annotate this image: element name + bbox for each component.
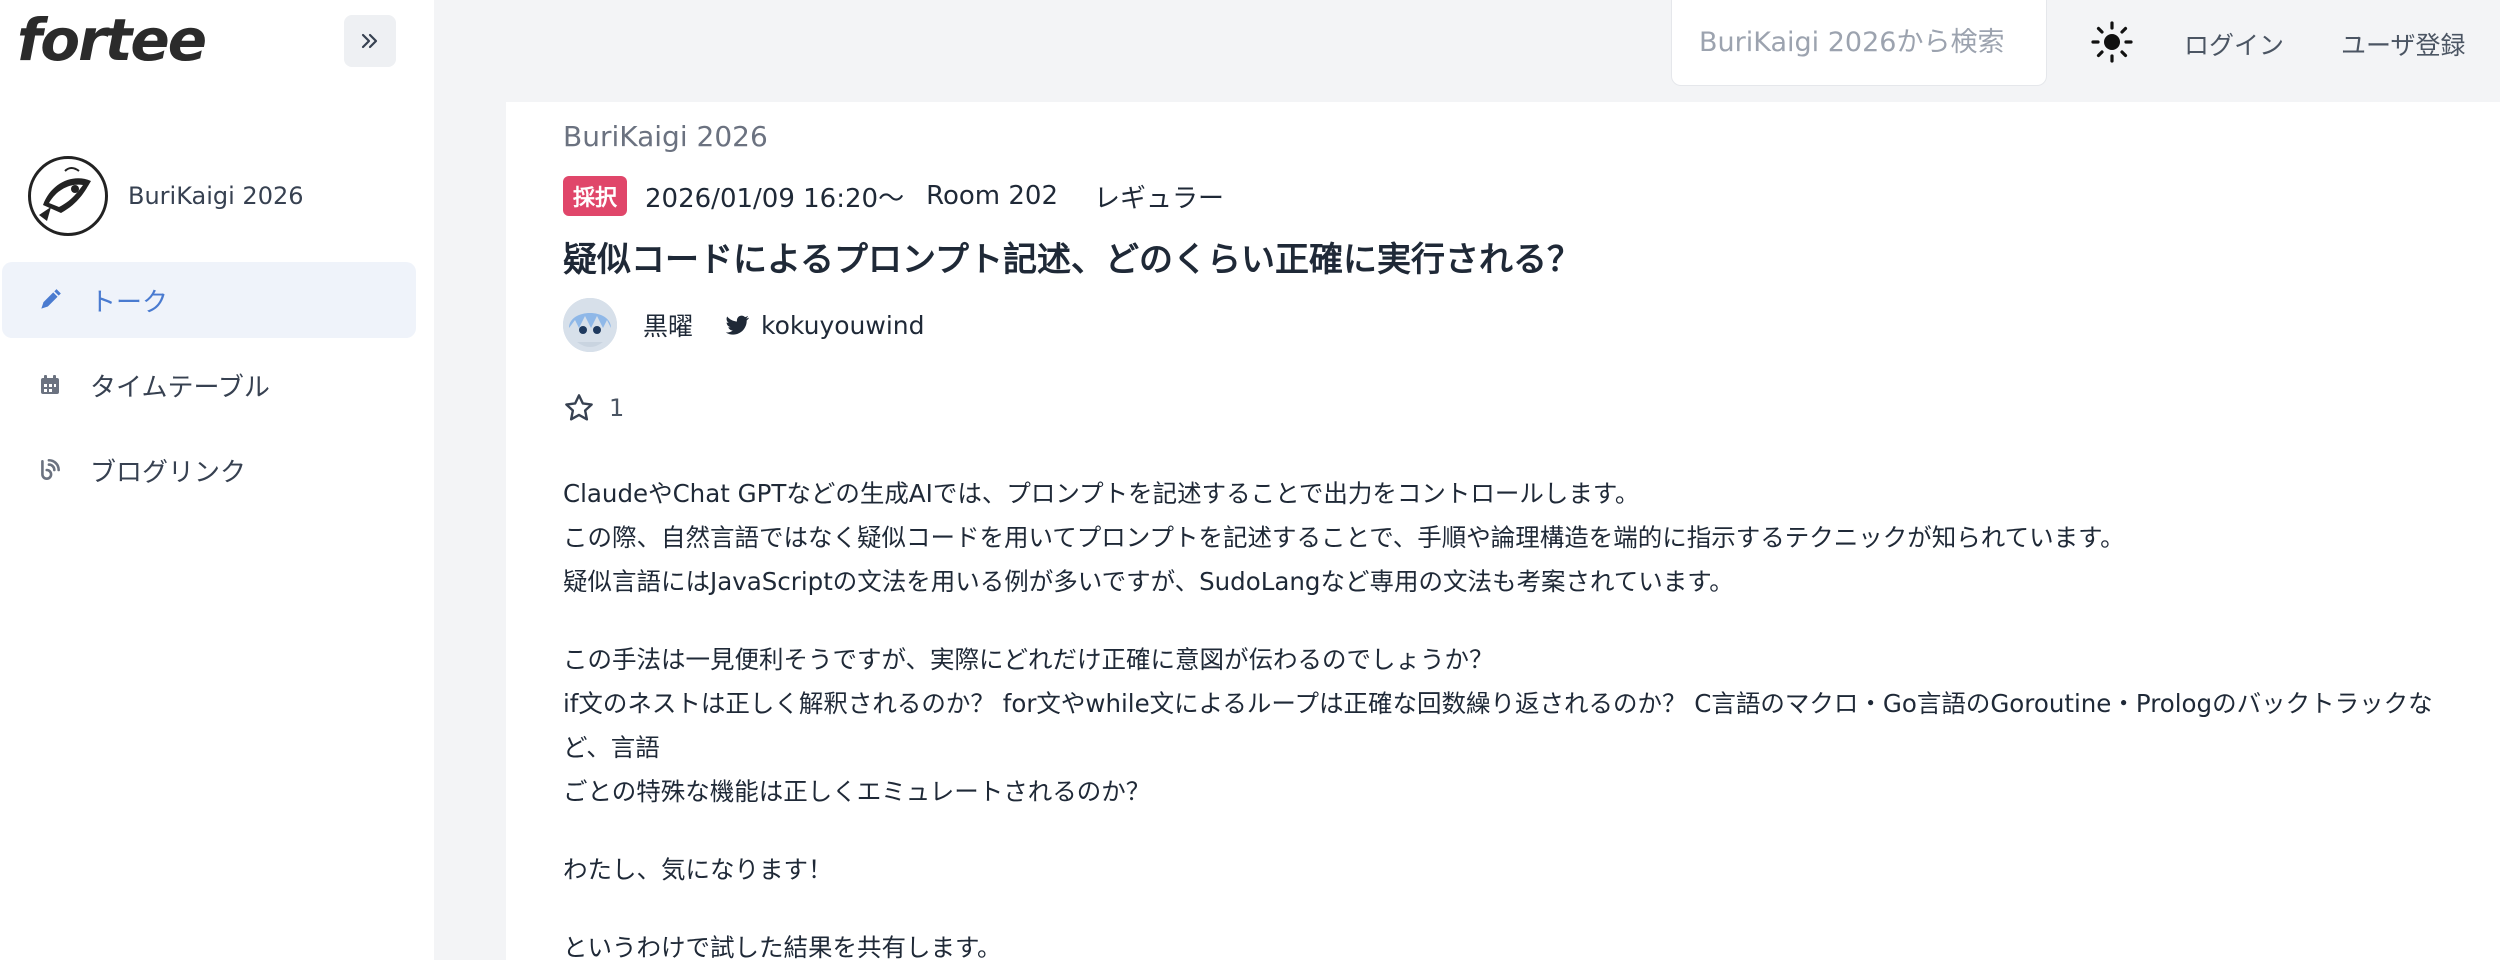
twitter-handle: kokuyouwind (761, 310, 925, 340)
sidebar-item-label: トーク (90, 287, 169, 318)
talk-card: BuriKaigi 2026 採択 2026/01/09 16:20〜 Room… (506, 102, 2500, 960)
pen-icon (36, 286, 64, 314)
event-logo-avatar (28, 156, 108, 236)
calendar-icon (36, 371, 64, 399)
talk-track: レギュラー (1094, 183, 1225, 214)
sidebar-item-talks[interactable]: トーク (2, 262, 416, 338)
description-line: わたし、気になります！ (563, 855, 833, 884)
sidebar: fortee BuriKaigi 2026 トーク タイムテーブル ブログリンク (0, 0, 434, 960)
sidebar-item-label: ブログリンク (90, 457, 247, 488)
star-count: 1 (609, 394, 625, 422)
expand-sidebar-button[interactable] (344, 15, 396, 67)
sidebar-item-timetable[interactable]: タイムテーブル (2, 347, 416, 423)
description-line: この際、自然言語ではなく疑似コードを用いてプロンプトを記述することで、手順や論理… (563, 523, 2125, 552)
twitter-icon (725, 315, 750, 335)
talk-description: ClaudeやChat GPTなどの生成AIでは、プロンプトを記述することで出力… (563, 472, 2463, 960)
talk-meta: 採択 2026/01/09 16:20〜 Room 202 レギュラー (563, 176, 1224, 216)
description-paragraph: というわけで試した結果を共有します。 (563, 926, 2463, 960)
talk-datetime: 2026/01/09 16:20〜 (645, 183, 905, 214)
description-paragraph: この手法は一見便利そうですが、実際にどれだけ正確に意図が伝わるのでしょうか？ i… (563, 638, 2463, 814)
description-line: ClaudeやChat GPTなどの生成AIでは、プロンプトを記述することで出力… (563, 479, 1640, 508)
star-outline-icon[interactable] (563, 392, 595, 424)
login-link[interactable]: ログイン (2184, 26, 2284, 62)
description-paragraph: わたし、気になります！ (563, 848, 2463, 892)
sidebar-item-label: タイムテーブル (90, 372, 270, 403)
speaker-avatar[interactable] (563, 298, 617, 352)
sidebar-nav: トーク タイムテーブル ブログリンク (2, 262, 416, 517)
description-line: というわけで試した結果を共有します。 (563, 933, 1002, 960)
event-breadcrumb[interactable]: BuriKaigi 2026 (563, 120, 768, 153)
status-badge: 採択 (563, 176, 628, 216)
event-header[interactable]: BuriKaigi 2026 (28, 156, 304, 236)
description-paragraph: ClaudeやChat GPTなどの生成AIでは、プロンプトを記述することで出力… (563, 472, 2463, 604)
fish-logo-icon (33, 161, 103, 231)
speaker-row: 黒曜 kokuyouwind (563, 298, 925, 352)
description-line: if文のネストは正しく解釈されるのか？ for文やwhile文によるループは正確… (563, 689, 2433, 762)
fortee-logo[interactable]: fortee (17, 6, 207, 74)
favorite-row: 1 (563, 392, 624, 424)
speaker-name[interactable]: 黒曜 (643, 307, 693, 343)
double-chevron-right-icon (361, 33, 378, 49)
speaker-avatar-image (563, 298, 617, 352)
sun-icon[interactable] (2090, 20, 2134, 64)
event-name: BuriKaigi 2026 (128, 182, 304, 210)
description-line: ごとの特殊な機能は正しくエミュレートされるのか？ (563, 777, 1151, 806)
talk-title: 疑似コードによるプロンプト記述、どのくらい正確に実行される？ (563, 240, 1581, 280)
talk-room: Room 202 (926, 181, 1059, 211)
search-box[interactable] (1671, 0, 2047, 86)
description-line: 疑似言語にはJavaScriptの文法を用いる例が多いですが、SudoLangな… (563, 567, 1734, 596)
description-line: この手法は一見便利そうですが、実際にどれだけ正確に意図が伝わるのでしょうか？ (563, 645, 1494, 674)
sidebar-item-blog-links[interactable]: ブログリンク (2, 432, 416, 508)
search-input[interactable] (1699, 27, 2039, 58)
blog-link-icon (36, 456, 64, 484)
register-link[interactable]: ユーザ登録 (2341, 26, 2466, 62)
twitter-link[interactable]: kokuyouwind (723, 310, 925, 340)
